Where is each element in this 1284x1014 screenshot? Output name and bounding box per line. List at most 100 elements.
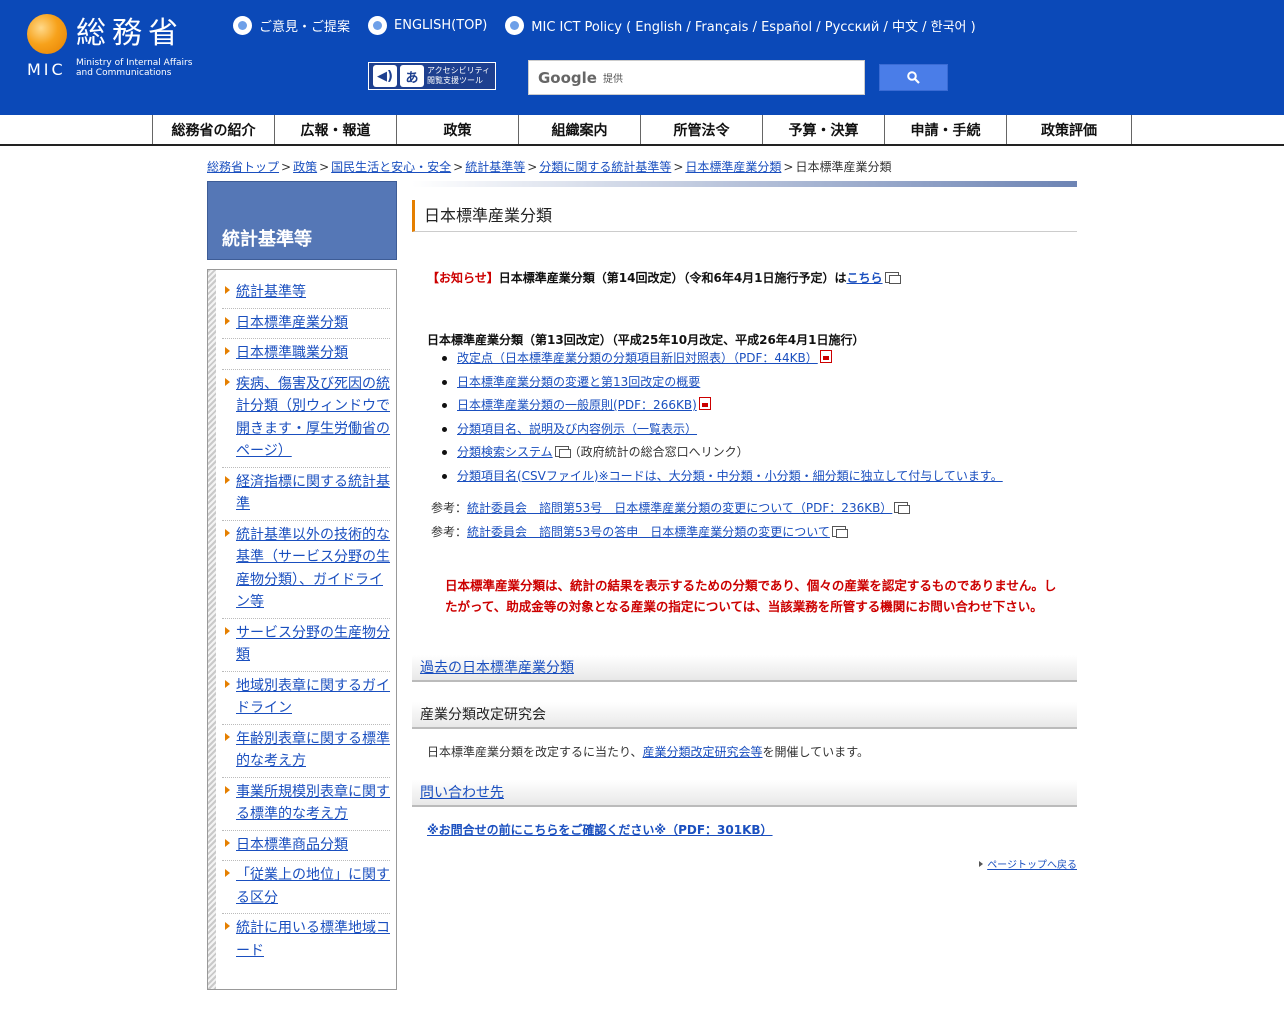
nav-about[interactable]: 総務省の紹介 bbox=[152, 115, 274, 144]
breadcrumb-item[interactable]: 総務省トップ bbox=[207, 160, 279, 174]
page-top-label[interactable]: ページトップへ戻る bbox=[987, 860, 1077, 871]
kenkyu-text-2: を開催しています。 bbox=[762, 745, 869, 759]
sidebar-link[interactable]: 統計に用いる標準地域コード bbox=[236, 920, 390, 959]
sidebar-item: 統計基準等 bbox=[222, 278, 390, 309]
logo-english-line2: and Communications bbox=[76, 68, 172, 78]
breadcrumb-item[interactable]: 統計基準等 bbox=[465, 160, 525, 174]
breadcrumb-item[interactable]: 分類に関する統計基準等 bbox=[539, 160, 671, 174]
sidebar-link[interactable]: 統計基準等 bbox=[236, 284, 306, 300]
nav-evaluation[interactable]: 政策評価 bbox=[1006, 115, 1132, 144]
sidebar-link[interactable]: 経済指標に関する統計基準 bbox=[236, 474, 390, 513]
list-item: 日本標準産業分類の変遷と第13回改定の概要 bbox=[442, 374, 1072, 391]
contact-pdf-link[interactable]: ※お問合せの前にこちらをご確認ください※（PDF：301KB） bbox=[427, 823, 773, 837]
nav-organization[interactable]: 組織案内 bbox=[518, 115, 640, 144]
sidebar-link[interactable]: 日本標準職業分類 bbox=[236, 345, 348, 361]
nav-policy[interactable]: 政策 bbox=[396, 115, 518, 144]
sidebar-item: 事業所規模別表章に関する標準的な考え方 bbox=[222, 778, 390, 831]
accessibility-tool-button[interactable]: ◀) あ アクセシビリティ 閲覧支援ツール bbox=[368, 62, 496, 90]
accessibility-label-2: 閲覧支援ツール bbox=[427, 76, 483, 85]
pdf-icon bbox=[819, 350, 832, 363]
sidebar-link[interactable]: サービス分野の生産物分類 bbox=[236, 625, 390, 664]
logo-english-line1: Ministry of Internal Affairs bbox=[76, 58, 193, 68]
hiragana-icon: あ bbox=[400, 65, 424, 87]
sidebar-link[interactable]: 地域別表章に関するガイドライン bbox=[236, 678, 390, 717]
contact-pdf: ※お問合せの前にこちらをご確認ください※（PDF：301KB） bbox=[427, 821, 773, 838]
toplink-ict-policy[interactable]: MIC ICT Policy ( English / Français / Es… bbox=[505, 16, 976, 35]
toplink-opinion[interactable]: ご意見・ご提案 bbox=[233, 16, 350, 35]
sidebar-item: 「従業上の地位」に関する区分 bbox=[222, 861, 390, 914]
sidebar-link[interactable]: 統計基準以外の技術的な基準（サービス分野の生産物分類）、ガイドライン等 bbox=[236, 527, 390, 611]
breadcrumb: 総務省トップ > 政策 > 国民生活と安心・安全 > 統計基準等 > 分類に関する統計基準等 > 日… bbox=[207, 158, 891, 175]
sidebar-link[interactable]: 疾病、傷害及び死因の統計分類（別ウィンドウで開きます・厚生労働省のページ） bbox=[236, 376, 390, 460]
sidebar-item: 地域別表章に関するガイドライン bbox=[222, 672, 390, 725]
external-window-icon bbox=[884, 272, 901, 284]
sidebar-link[interactable]: 事業所規模別表章に関する標準的な考え方 bbox=[236, 784, 390, 823]
search-input[interactable]: Google 提供 bbox=[528, 60, 865, 95]
list-link[interactable]: 日本標準産業分類の変遷と第13回改定の概要 bbox=[457, 375, 700, 389]
notice-text: 日本標準産業分類（第14回改定）（令和6年4月1日施行予定）は bbox=[498, 271, 847, 285]
sidebar-item: 疾病、傷害及び死因の統計分類（別ウィンドウで開きます・厚生労働省のページ） bbox=[222, 370, 390, 468]
search-button[interactable] bbox=[879, 64, 948, 91]
reference-label: 参考： bbox=[431, 501, 468, 515]
past-classification-link[interactable]: 過去の日本標準産業分類 bbox=[420, 660, 574, 676]
list-link[interactable]: 改定点（日本標準産業分類の分類項目新旧対照表）（PDF：44KB） bbox=[457, 351, 818, 365]
sidebar-link[interactable]: 日本標準産業分類 bbox=[236, 315, 348, 331]
breadcrumb-item[interactable]: 日本標準産業分類 bbox=[685, 160, 781, 174]
mic-logo-icon[interactable] bbox=[27, 14, 67, 54]
site-header: 総務省 MIC Ministry of Internal Affairs and… bbox=[0, 0, 1284, 115]
list-item: 分類検索システム （政府統計の総合窓口へリンク） bbox=[442, 444, 1072, 461]
sidebar-item: 日本標準産業分類 bbox=[222, 309, 390, 339]
list-link[interactable]: 分類項目名、説明及び内容例示（一覧表示） bbox=[457, 422, 697, 436]
contact-link[interactable]: 問い合わせ先 bbox=[420, 785, 504, 801]
toplink-label: MIC ICT Policy ( English / Français / Es… bbox=[531, 20, 976, 35]
breadcrumb-sep: > bbox=[673, 160, 684, 174]
accessibility-label-1: アクセシビリティ bbox=[427, 66, 491, 75]
list-link[interactable]: 分類検索システム bbox=[457, 445, 553, 459]
nav-laws[interactable]: 所管法令 bbox=[640, 115, 762, 144]
reference-link[interactable]: 統計委員会 諮問第53号の答申 日本標準産業分類の変更について bbox=[467, 525, 830, 539]
sidebar-title-text: 統計基準等 bbox=[222, 229, 312, 250]
sidebar-item: 年齢別表章に関する標準的な考え方 bbox=[222, 725, 390, 778]
accessibility-tool-label: アクセシビリティ 閲覧支援ツール bbox=[427, 66, 490, 86]
list-link[interactable]: 分類項目名(CSVファイル)※コードは、大分類・中分類・小分類・細分類に独立して… bbox=[457, 469, 1003, 483]
sidebar-menu: 統計基準等 日本標準産業分類 日本標準職業分類 疾病、傷害及び死因の統計分類（別… bbox=[207, 269, 397, 990]
contact-band: 問い合わせ先 bbox=[412, 780, 1077, 807]
list-item: 改定点（日本標準産業分類の分類項目新旧対照表）（PDF：44KB） bbox=[442, 350, 1072, 367]
list-note: （政府統計の総合窓口へリンク） bbox=[568, 445, 749, 459]
warning-text: 日本標準産業分類は、統計の結果を表示するための分類であり、個々の産業を認定するも… bbox=[445, 578, 1057, 614]
page-top-link[interactable]: ページトップへ戻る bbox=[979, 856, 1077, 871]
external-window-icon bbox=[894, 502, 911, 514]
top-links: ご意見・ご提案 ENGLISH(TOP) MIC ICT Policy ( En… bbox=[233, 16, 976, 35]
breadcrumb-sep: > bbox=[281, 160, 292, 174]
reference-link[interactable]: 統計委員会 諮問第53号 日本標準産業分類の変更について（PDF：236KB） bbox=[467, 501, 892, 515]
breadcrumb-sep: > bbox=[453, 160, 464, 174]
external-window-icon bbox=[554, 446, 571, 458]
toplink-label: ご意見・ご提案 bbox=[259, 20, 351, 35]
sidebar-item: サービス分野の生産物分類 bbox=[222, 619, 390, 672]
kenkyu-band: 産業分類改定研究会 bbox=[412, 702, 1077, 729]
sidebar-link[interactable]: 年齢別表章に関する標準的な考え方 bbox=[236, 731, 390, 770]
reference-2: 参考：統計委員会 諮問第53号の答申 日本標準産業分類の変更について bbox=[431, 523, 848, 540]
logo-title[interactable]: 総務省 bbox=[76, 14, 184, 54]
nav-budget[interactable]: 予算・決算 bbox=[762, 115, 884, 144]
nav-application[interactable]: 申請・手続 bbox=[884, 115, 1006, 144]
kenkyu-text: 日本標準産業分類を改定するに当たり、産業分類改定研究会等を開催しています。 bbox=[427, 743, 869, 760]
list-link[interactable]: 日本標準産業分類の一般原則(PDF：266KB) bbox=[457, 398, 697, 412]
notice-link[interactable]: こちら bbox=[847, 271, 883, 285]
kenkyu-link[interactable]: 産業分類改定研究会等 bbox=[643, 745, 763, 759]
sidebar-link[interactable]: 「従業上の地位」に関する区分 bbox=[236, 867, 390, 906]
toplink-label: ENGLISH(TOP) bbox=[394, 18, 488, 33]
breadcrumb-current: 日本標準産業分類 bbox=[795, 160, 892, 174]
logo-english: Ministry of Internal Affairs and Communi… bbox=[76, 58, 192, 78]
google-logo: Google bbox=[538, 68, 597, 87]
toplink-english[interactable]: ENGLISH(TOP) bbox=[368, 16, 487, 35]
external-window-icon bbox=[831, 526, 848, 538]
sidebar-link[interactable]: 日本標準商品分類 bbox=[236, 837, 348, 853]
breadcrumb-item[interactable]: 政策 bbox=[293, 160, 317, 174]
reference-label: 参考： bbox=[431, 525, 468, 539]
sidebar-item: 日本標準職業分類 bbox=[222, 339, 390, 370]
nav-press[interactable]: 広報・報道 bbox=[274, 115, 396, 144]
pdf-icon bbox=[698, 397, 711, 410]
sidebar-item: 日本標準商品分類 bbox=[222, 831, 390, 861]
breadcrumb-item[interactable]: 国民生活と安心・安全 bbox=[331, 160, 451, 174]
